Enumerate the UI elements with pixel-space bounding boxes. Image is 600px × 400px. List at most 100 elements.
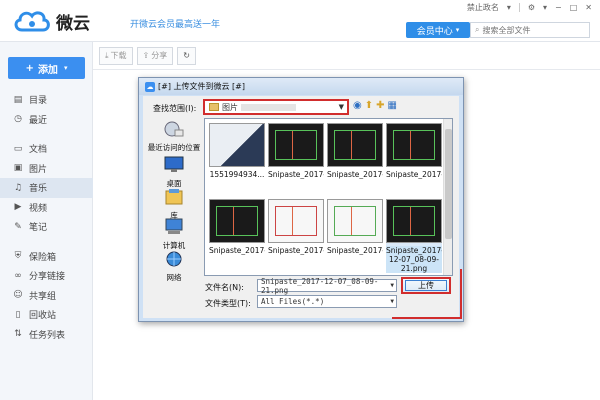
sidebar-item-video[interactable]: ▶ 视频 (0, 198, 93, 218)
chevron-down-icon: ▼ (338, 103, 344, 111)
file-thumbnail[interactable]: Snipaste_2017-... (268, 123, 324, 179)
share-icon: ⇪ (142, 51, 150, 60)
desktop-icon (164, 156, 184, 172)
file-thumbnail[interactable]: Snipaste_2017-... (327, 123, 383, 179)
thumbnail-image (268, 123, 324, 167)
thumbnail-image (209, 123, 265, 167)
app-header: 微云 开微云会员最高送一年 禁止政名 ▾ ⚙ ▾ − □ ✕ 会员中心 ▾ ⌕ (0, 0, 600, 42)
thumbnail-image (209, 199, 265, 243)
search-box[interactable]: ⌕ (470, 22, 590, 38)
filename-field[interactable]: Snipaste_2017-12-07_08-09-21.png ▼ (257, 277, 397, 295)
download-icon: ⤓ (105, 50, 109, 60)
file-thumbnail[interactable]: Snipaste_2017-... (327, 199, 383, 255)
vip-center-button[interactable]: 会员中心 ▾ (406, 22, 470, 38)
sidebar-item-notes[interactable]: ✎ 笔记 (0, 217, 93, 237)
minimize-icon[interactable]: − (555, 3, 562, 12)
sidebar-item-images[interactable]: ▣ 图片 (0, 159, 93, 179)
file-thumbnail[interactable]: Snipaste_2017-... (268, 199, 324, 255)
filetype-label: 文件类型(T): (205, 299, 251, 308)
sidebar-item-documents[interactable]: ▭ 文档 (0, 139, 93, 159)
vip-promo-link[interactable]: 开微云会员最高送一年 (130, 17, 220, 30)
cloud-logo-icon (14, 11, 50, 32)
file-list: 1551994934... Snipaste_2017-... Snipaste… (204, 118, 453, 276)
filename-label: 文件名(N): (205, 283, 244, 292)
sidebar-item-music[interactable]: ♫ 音乐 (0, 178, 93, 198)
thumbnail-image (386, 199, 442, 243)
search-input[interactable] (482, 25, 583, 35)
document-icon: ▭ (13, 143, 23, 154)
folder-icon (209, 103, 219, 111)
thumbnail-image (327, 123, 383, 167)
refresh-icon: ↻ (183, 51, 190, 60)
sidebar-item-share-links[interactable]: ∞ 分享链接 (0, 266, 93, 286)
download-button[interactable]: ⤓ 下载 (99, 46, 133, 65)
scrollbar-thumb[interactable] (445, 129, 452, 239)
sidebar-item-shared-groups[interactable]: ☺ 共享组 (0, 286, 93, 306)
network-icon (166, 251, 182, 267)
nav-icons: ◉ ⬆ ✚ ▦ (353, 100, 397, 111)
dialog-titlebar[interactable]: ☁ [#] 上传文件到微云 [#] (139, 78, 463, 95)
refresh-button[interactable]: ↻ (177, 46, 196, 65)
safe-icon: ⛨ (14, 251, 22, 262)
library-icon (165, 189, 183, 205)
sidebar-nav: ▤ 目录 ◷ 最近 ▭ 文档 ▣ 图片 ♫ 音乐 ▶ 视频 ✎ 笔记 ⛨ 保险箱 ∞ 分享链接 ☺… (0, 90, 93, 344)
computer-icon (165, 218, 183, 234)
up-folder-icon[interactable]: ⬆ (365, 100, 373, 111)
sidebar-item-safe[interactable]: ⛨ 保险箱 (0, 247, 93, 267)
places-bar: 最近访问的位置 桌面 库 计算机 网络 (146, 118, 202, 282)
filetype-select[interactable]: All Files(*.*) ▼ (257, 295, 397, 308)
maximize-icon[interactable]: □ (570, 3, 578, 12)
recent-places-icon (164, 121, 184, 137)
place-recent[interactable]: 最近访问的位置 (146, 120, 202, 153)
dialog-title: [#] 上传文件到微云 [#] (158, 82, 245, 91)
view-menu-icon[interactable]: ▦ (388, 100, 397, 111)
settings-icon[interactable]: ⚙ (528, 3, 535, 12)
sidebar: + 添加 ▾ ▤ 目录 ◷ 最近 ▭ 文档 ▣ 图片 ♫ 音乐 ▶ 视频 ✎ 笔记 ⛨ 保险箱 … (0, 42, 93, 400)
toolbar: ⤓ 下载 ⇪ 分享 ↻ (93, 42, 600, 70)
clock-icon: ◷ (14, 114, 22, 125)
chevron-down-icon: ▾ (455, 26, 460, 34)
lookin-combo[interactable]: 图片 ▼ (203, 99, 349, 115)
plus-icon: + (25, 62, 34, 74)
file-thumbnail[interactable]: Snipaste_2017-... (209, 199, 265, 255)
sidebar-item-recent[interactable]: ◷ 最近 (0, 110, 93, 130)
search-icon: ⌕ (475, 25, 480, 34)
thumbnail-image (327, 199, 383, 243)
file-thumbnail[interactable]: Snipaste_2017-... (386, 123, 442, 179)
highlight-box (392, 269, 462, 319)
menu-icon[interactable]: ▾ (543, 3, 547, 12)
sidebar-item-tasks[interactable]: ⇅ 任务列表 (0, 325, 93, 345)
window-controls: 禁止政名 ▾ ⚙ ▾ − □ ✕ (467, 2, 592, 13)
add-button[interactable]: + 添加 ▾ (8, 57, 85, 79)
note-icon: ✎ (14, 221, 22, 232)
new-folder-icon[interactable]: ✚ (376, 100, 384, 111)
file-thumbnail[interactable]: 1551994934... (209, 123, 265, 179)
share-button[interactable]: ⇪ 分享 (136, 46, 174, 65)
app-logo: 微云 (12, 6, 90, 36)
video-icon: ▶ (14, 202, 22, 213)
user-dropdown-icon[interactable]: ▾ (507, 3, 511, 12)
place-desktop[interactable]: 桌面 (146, 156, 202, 189)
sidebar-item-trash[interactable]: ▯ 回收站 (0, 305, 93, 325)
weiyun-icon: ☁ (145, 81, 155, 92)
folder-icon: ▤ (13, 94, 23, 105)
blurred-path (241, 103, 296, 111)
user-name[interactable]: 禁止政名 (467, 2, 499, 13)
sidebar-item-catalog[interactable]: ▤ 目录 (0, 90, 93, 110)
back-icon[interactable]: ◉ (353, 100, 362, 111)
file-thumbnail-selected[interactable]: Snipaste_2017-12-07_08-09-21.png (386, 199, 442, 273)
thumbnail-image (268, 199, 324, 243)
group-icon: ☺ (13, 290, 23, 301)
place-computer[interactable]: 计算机 (146, 218, 202, 251)
image-icon: ▣ (13, 163, 23, 174)
place-library[interactable]: 库 (146, 188, 202, 221)
link-icon: ∞ (14, 270, 22, 281)
thumbnail-image (386, 123, 442, 167)
place-network[interactable]: 网络 (146, 250, 202, 283)
app-name: 微云 (56, 13, 90, 34)
lookin-label: 查找范围(I): (153, 104, 197, 113)
task-icon: ⇅ (14, 329, 22, 340)
close-icon[interactable]: ✕ (585, 3, 592, 12)
music-icon: ♫ (13, 182, 23, 193)
file-list-scrollbar[interactable] (443, 119, 452, 275)
